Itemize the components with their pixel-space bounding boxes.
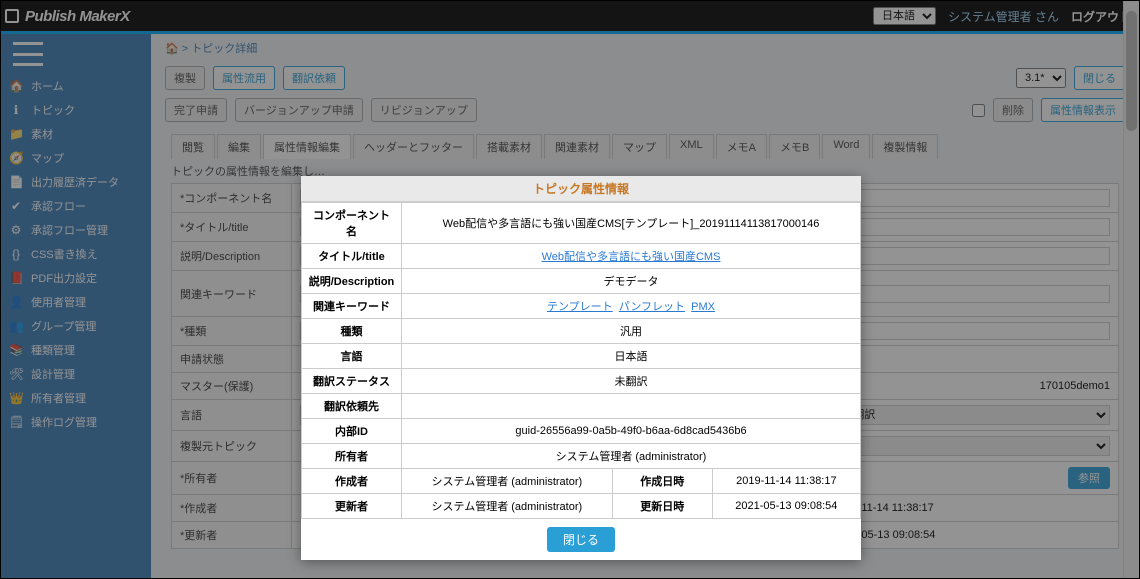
- kw-link[interactable]: テンプレート: [547, 301, 613, 313]
- modal-component: Web配信や多言語にも強い国産CMS[テンプレート]_2019111411381…: [402, 203, 861, 244]
- modal-title: トピック属性情報: [301, 176, 861, 202]
- modal: トピック属性情報 コンポーネント名Web配信や多言語にも強い国産CMS[テンプレ…: [301, 176, 861, 560]
- kw-link[interactable]: PMX: [691, 301, 715, 313]
- kw-link[interactable]: パンフレット: [619, 301, 685, 313]
- modal-title-link[interactable]: Web配信や多言語にも強い国産CMS: [542, 251, 721, 263]
- modal-close-button[interactable]: 閉じる: [547, 527, 615, 552]
